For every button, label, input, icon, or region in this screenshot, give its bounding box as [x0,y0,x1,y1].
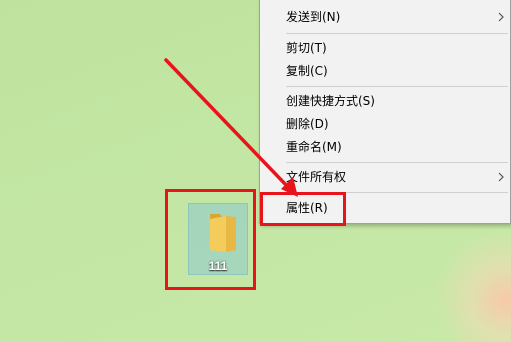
annotation-arrow [164,58,298,197]
